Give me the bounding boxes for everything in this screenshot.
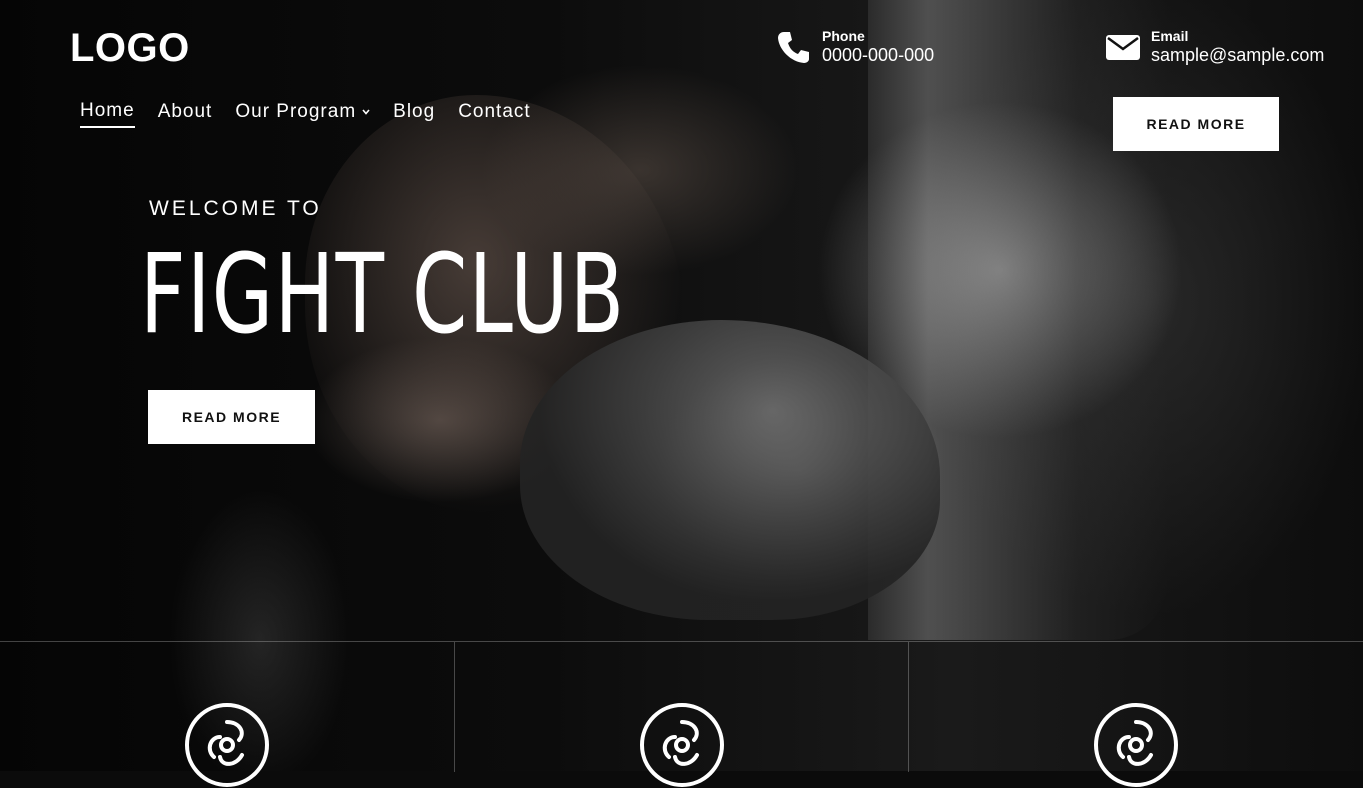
nav-item-contact[interactable]: Contact (458, 100, 530, 128)
hero-kicker: WELCOME TO (149, 197, 322, 220)
phone-label: Phone (822, 28, 865, 44)
feature-card[interactable] (0, 642, 455, 787)
triskelion-emblem-icon (184, 703, 269, 787)
triskelion-emblem-icon (639, 703, 724, 787)
feature-card[interactable] (455, 642, 910, 787)
chevron-down-icon (362, 109, 370, 115)
phone-icon (778, 32, 809, 63)
triskelion-emblem-icon (1094, 703, 1179, 787)
nav-label: Home (80, 100, 135, 121)
email-address[interactable]: sample@sample.com (1151, 44, 1324, 66)
header-read-more-button[interactable]: READ MORE (1113, 97, 1279, 151)
feature-card[interactable] (909, 642, 1363, 787)
nav-label: Contact (458, 101, 531, 122)
nav-label: About (157, 101, 213, 122)
phone-contact: Phone 0000-000-000 (776, 28, 934, 66)
nav-item-blog[interactable]: Blog (393, 100, 435, 128)
site-logo[interactable]: LOGO (70, 26, 190, 71)
envelope-icon (1106, 35, 1140, 60)
email-contact: Email sample@sample.com (1105, 28, 1324, 66)
nav-label: Blog (393, 101, 436, 122)
nav-item-our-program[interactable]: Our Program (235, 100, 370, 128)
nav-item-home[interactable]: Home (80, 100, 135, 128)
phone-number[interactable]: 0000-000-000 (822, 44, 934, 66)
hero-read-more-button[interactable]: READ MORE (148, 390, 315, 444)
hero-title: FIGHT CLUB (140, 230, 626, 358)
email-label: Email (1151, 28, 1189, 44)
nav-label: Our Program (235, 101, 357, 122)
main-nav: Home About Our Program Blog Contact (80, 100, 531, 128)
nav-item-about[interactable]: About (158, 100, 213, 128)
feature-strip (0, 641, 1363, 787)
